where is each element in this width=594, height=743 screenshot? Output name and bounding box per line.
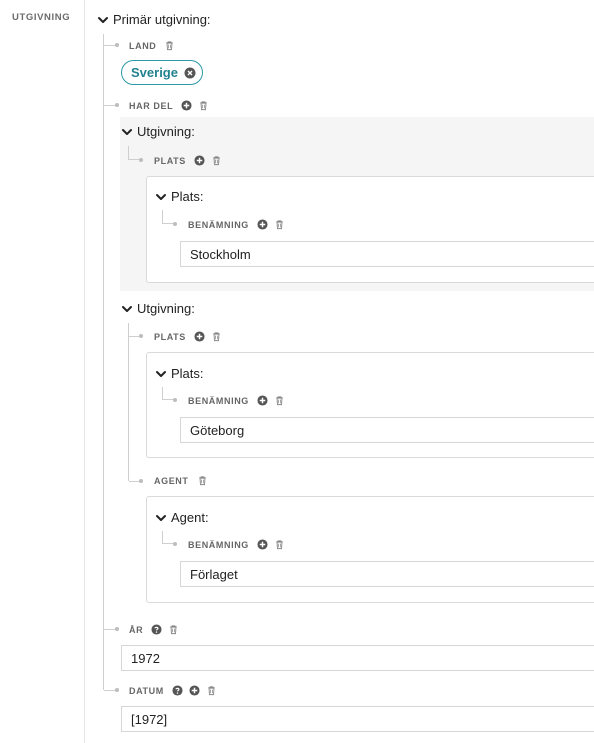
utgivning-2-header[interactable]: Utgivning: — [121, 301, 195, 316]
trash-icon[interactable] — [211, 155, 222, 166]
agent-header[interactable]: Agent: — [155, 510, 209, 525]
land-property: LAND — [129, 40, 181, 51]
plus-circle-icon[interactable] — [257, 539, 268, 550]
tree-line — [103, 34, 104, 690]
country-chip-label: Sverige — [131, 65, 178, 80]
benamning-label: BENÄMNING — [188, 539, 249, 550]
plus-circle-icon[interactable] — [257, 219, 268, 230]
ar-input[interactable]: 1972 — [121, 645, 594, 671]
utgivning-1-header-label: Utgivning: — [137, 124, 195, 139]
plats-label: PLATS — [154, 331, 186, 342]
primary-header-label: Primär utgivning: — [113, 12, 211, 27]
trash-icon[interactable] — [274, 539, 285, 550]
land-label: LAND — [129, 40, 157, 51]
plats-2-header-label: Plats: — [171, 366, 204, 381]
agent-header-label: Agent: — [171, 510, 209, 525]
trash-icon[interactable] — [198, 100, 209, 111]
plus-circle-icon[interactable] — [181, 100, 192, 111]
country-chip[interactable]: Sverige — [121, 60, 203, 85]
benamning-input-forlaget[interactable]: Förlaget — [180, 561, 594, 587]
chevron-down-icon[interactable] — [121, 126, 133, 138]
plats-1-header-label: Plats: — [171, 189, 204, 204]
question-circle-icon[interactable] — [151, 624, 162, 635]
ar-label: ÅR — [129, 624, 144, 635]
trash-icon[interactable] — [274, 219, 285, 230]
benamning-property-2: BENÄMNING — [188, 395, 291, 406]
benamning-label: BENÄMNING — [188, 395, 249, 406]
trash-icon[interactable] — [206, 685, 217, 696]
utgivning-1-header[interactable]: Utgivning: — [121, 124, 195, 139]
datum-label: DATUM — [129, 685, 164, 696]
datum-input[interactable]: [1972] — [121, 706, 594, 732]
trash-icon[interactable] — [274, 395, 285, 406]
primary-header[interactable]: Primär utgivning: — [97, 12, 211, 27]
benamning-property-1: BENÄMNING — [188, 219, 291, 230]
plats-2-header[interactable]: Plats: — [155, 366, 204, 381]
sidebar-divider — [84, 0, 85, 743]
datum-property: DATUM — [129, 685, 223, 696]
chevron-down-icon[interactable] — [121, 303, 133, 315]
trash-icon[interactable] — [197, 475, 208, 486]
plus-circle-icon[interactable] — [257, 395, 268, 406]
har-del-label: HAR DEL — [129, 100, 174, 111]
har-del-property: HAR DEL — [129, 100, 215, 111]
plats-1-header[interactable]: Plats: — [155, 189, 204, 204]
plus-circle-icon[interactable] — [194, 155, 205, 166]
agent-property: AGENT — [154, 475, 214, 486]
benamning-input-stockholm[interactable]: Stockholm — [180, 241, 594, 267]
plus-circle-icon[interactable] — [189, 685, 200, 696]
plats-label: PLATS — [154, 155, 186, 166]
trash-icon[interactable] — [168, 624, 179, 635]
chevron-down-icon[interactable] — [155, 512, 167, 524]
trash-icon[interactable] — [164, 40, 175, 51]
ar-property: ÅR — [129, 624, 185, 635]
benamning-label: BENÄMNING — [188, 219, 249, 230]
benamning-input-goteborg[interactable]: Göteborg — [180, 417, 594, 443]
benamning-property-3: BENÄMNING — [188, 539, 291, 550]
plats-property-1: PLATS — [154, 155, 228, 166]
chevron-down-icon[interactable] — [155, 368, 167, 380]
close-circle-icon[interactable] — [184, 67, 196, 79]
utgivning-2-header-label: Utgivning: — [137, 301, 195, 316]
question-circle-icon[interactable] — [172, 685, 183, 696]
agent-label: AGENT — [154, 475, 189, 486]
plus-circle-icon[interactable] — [194, 331, 205, 342]
chevron-down-icon[interactable] — [155, 191, 167, 203]
trash-icon[interactable] — [211, 331, 222, 342]
plats-property-2: PLATS — [154, 331, 228, 342]
sidebar-label: UTGIVNING — [12, 12, 71, 23]
chevron-down-icon[interactable] — [97, 14, 109, 26]
